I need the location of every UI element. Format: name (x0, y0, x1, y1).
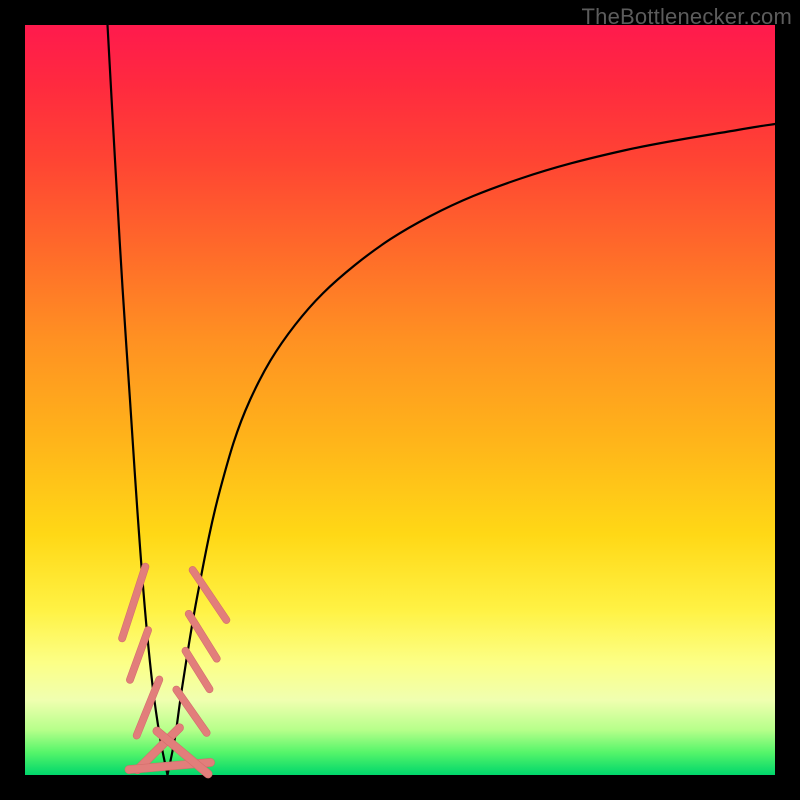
chart-frame: TheBottlenecker.com (0, 0, 800, 800)
curve-right-branch (168, 124, 776, 775)
watermark-text: TheBottlenecker.com (582, 4, 792, 30)
curve-layer (108, 25, 776, 775)
marker-layer (118, 562, 232, 780)
chart-svg (25, 25, 775, 775)
plot-area (25, 25, 775, 775)
